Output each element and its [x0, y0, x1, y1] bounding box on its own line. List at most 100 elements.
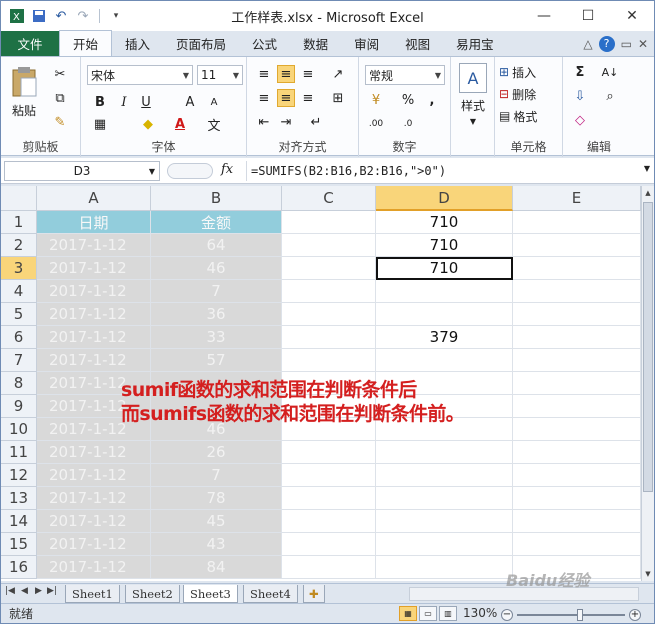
format-painter-icon[interactable]: ✎	[51, 113, 69, 131]
orientation-icon[interactable]: ↗	[329, 65, 347, 83]
format-cells-button[interactable]: ▤ 格式	[499, 107, 537, 125]
cell-e[interactable]	[513, 464, 641, 487]
sheet-tab-sheet4[interactable]: Sheet4	[243, 585, 298, 603]
cell-a[interactable]: 2017-1-12	[37, 349, 151, 372]
column-header-a[interactable]: A	[37, 186, 151, 211]
cell-c[interactable]	[282, 556, 376, 579]
prev-sheet-icon[interactable]: ◀	[21, 586, 28, 596]
cut-icon[interactable]: ✂	[51, 65, 69, 83]
font-name-select[interactable]: 宋体 ▼	[87, 65, 193, 85]
cell-a[interactable]: 2017-1-12	[37, 303, 151, 326]
phonetic-icon[interactable]: 文	[205, 115, 223, 134]
merge-center-icon[interactable]: ⊞	[329, 89, 347, 107]
normal-view-icon[interactable]: ▦	[399, 606, 417, 621]
cell-d[interactable]	[376, 349, 513, 372]
tab-insert[interactable]: 插入	[112, 31, 163, 56]
cell-c[interactable]	[282, 441, 376, 464]
align-left-icon[interactable]: ≡	[255, 89, 273, 107]
cell-e[interactable]	[513, 303, 641, 326]
row-header[interactable]: 11	[1, 441, 37, 464]
name-box[interactable]: D3 ▼	[4, 161, 160, 181]
cell-d[interactable]	[376, 510, 513, 533]
cell-c[interactable]	[282, 234, 376, 257]
cell-a[interactable]: 日期	[37, 211, 151, 234]
percent-button[interactable]: %	[399, 91, 417, 109]
cell-d[interactable]	[376, 533, 513, 556]
cell-d[interactable]	[376, 464, 513, 487]
align-middle-icon[interactable]: ≡	[277, 65, 295, 83]
collapse-ribbon-icon[interactable]: △	[583, 37, 592, 51]
insert-function-button[interactable]: fx	[221, 162, 233, 177]
cell-e[interactable]	[513, 349, 641, 372]
cell-b[interactable]: 46	[151, 257, 282, 280]
column-header-e[interactable]: E	[513, 186, 641, 211]
row-header[interactable]: 15	[1, 533, 37, 556]
cell-c[interactable]	[282, 510, 376, 533]
sheet-tab-sheet3[interactable]: Sheet3	[183, 585, 238, 603]
align-bottom-icon[interactable]: ≡	[299, 65, 317, 83]
sort-filter-icon[interactable]: A↓	[601, 63, 619, 81]
tab-home[interactable]: 开始	[59, 30, 113, 56]
row-header[interactable]: 10	[1, 418, 37, 441]
help-icon[interactable]: ?	[598, 35, 615, 52]
formula-bar-resize-handle[interactable]	[167, 163, 213, 179]
column-header-d[interactable]: D	[376, 186, 513, 211]
row-header[interactable]: 6	[1, 326, 37, 349]
tab-easyshu[interactable]: 易用宝	[443, 31, 507, 56]
cell-c[interactable]	[282, 326, 376, 349]
formula-input[interactable]: =SUMIFS(B2:B16,B2:B16,">0")	[246, 161, 641, 181]
tab-data[interactable]: 数据	[290, 31, 341, 56]
row-header[interactable]: 13	[1, 487, 37, 510]
cell-a[interactable]: 2017-1-12	[37, 280, 151, 303]
currency-icon[interactable]: ¥	[367, 91, 385, 109]
cell-d[interactable]	[376, 487, 513, 510]
column-header-c[interactable]: C	[282, 186, 376, 211]
redo-icon[interactable]: ↷	[75, 8, 91, 24]
cell-a[interactable]: 2017-1-12	[37, 257, 151, 280]
zoom-out-icon[interactable]: −	[501, 608, 513, 621]
cell-b[interactable]: 26	[151, 441, 282, 464]
underline-button[interactable]: U	[137, 93, 155, 111]
cell-b[interactable]: 金额	[151, 211, 282, 234]
clear-icon[interactable]: ◇	[571, 111, 589, 129]
row-header[interactable]: 2	[1, 234, 37, 257]
cell-b[interactable]: 7	[151, 280, 282, 303]
active-cell[interactable]: 710	[376, 257, 513, 280]
increase-decimal-icon[interactable]: .00	[367, 115, 385, 133]
row-header[interactable]: 1	[1, 211, 37, 234]
zoom-track[interactable]	[517, 608, 625, 621]
italic-button[interactable]: I	[115, 93, 133, 111]
last-sheet-icon[interactable]: ▶|	[47, 586, 57, 596]
cell-e[interactable]	[513, 234, 641, 257]
next-sheet-icon[interactable]: ▶	[35, 586, 42, 596]
autosum-button[interactable]: Σ	[571, 63, 589, 81]
number-format-select[interactable]: 常规 ▼	[365, 65, 445, 85]
cell-e[interactable]	[513, 418, 641, 441]
cell-d[interactable]	[376, 303, 513, 326]
vertical-scroll-thumb[interactable]	[643, 202, 653, 492]
styles-button[interactable]: 样式	[455, 97, 491, 113]
sheet-tab-sheet1[interactable]: Sheet1	[65, 585, 120, 603]
cell-e[interactable]	[513, 441, 641, 464]
decrease-decimal-icon[interactable]: .0	[399, 115, 417, 133]
row-header[interactable]: 3	[1, 257, 37, 280]
align-right-icon[interactable]: ≡	[299, 89, 317, 107]
zoom-level[interactable]: 130%	[463, 606, 497, 620]
cell-a[interactable]: 2017-1-12	[37, 326, 151, 349]
cell-d[interactable]	[376, 441, 513, 464]
cell-b[interactable]: 36	[151, 303, 282, 326]
row-header[interactable]: 7	[1, 349, 37, 372]
cell-d[interactable]	[376, 556, 513, 579]
cell-b[interactable]: 84	[151, 556, 282, 579]
row-header[interactable]: 14	[1, 510, 37, 533]
cell-d[interactable]: 710	[376, 234, 513, 257]
cell-e[interactable]	[513, 487, 641, 510]
shrink-font-icon[interactable]: A	[205, 93, 223, 111]
cell-a[interactable]: 2017-1-12	[37, 556, 151, 579]
cell-c[interactable]	[282, 303, 376, 326]
increase-indent-icon[interactable]: ⇥	[277, 113, 295, 131]
cell-a[interactable]: 2017-1-12	[37, 510, 151, 533]
comma-button[interactable]: ,	[423, 91, 441, 109]
cell-a[interactable]: 2017-1-12	[37, 441, 151, 464]
restore-icon[interactable]: ▭	[621, 37, 632, 51]
